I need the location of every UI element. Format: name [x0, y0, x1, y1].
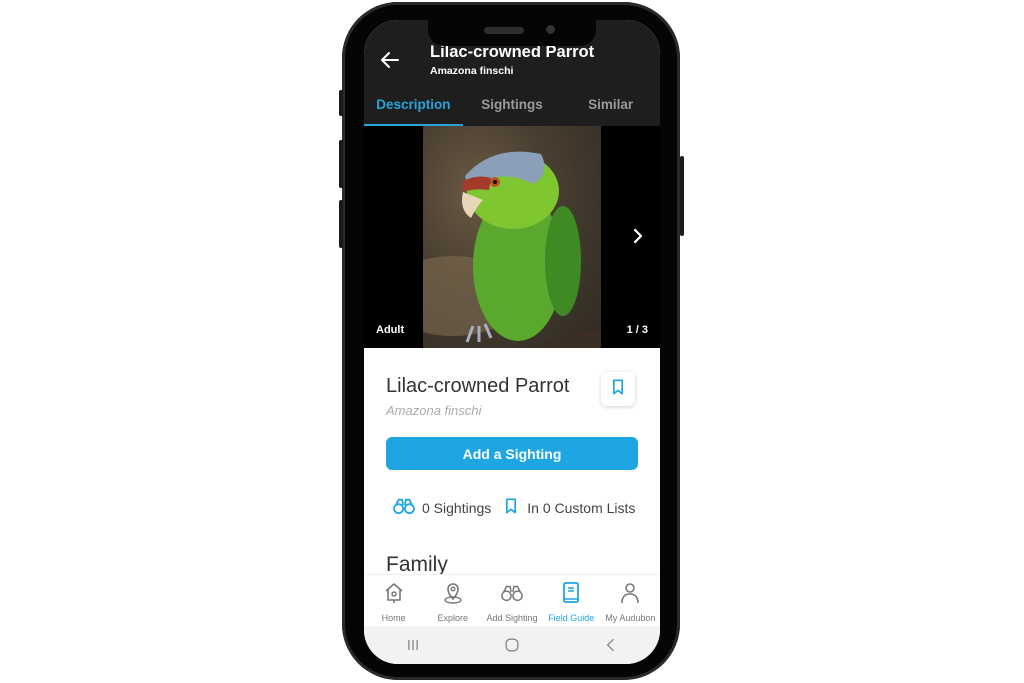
- nav-explore[interactable]: Explore: [423, 575, 482, 627]
- map-pin-icon: [441, 581, 465, 610]
- front-camera: [546, 25, 555, 34]
- tab-sightings[interactable]: Sightings: [463, 92, 562, 126]
- bookmark-button[interactable]: [601, 372, 635, 406]
- speaker: [484, 27, 524, 34]
- notch: [428, 20, 596, 46]
- tab-similar[interactable]: Similar: [561, 92, 660, 126]
- phone-screen: Lilac-crowned Parrot Amazona finschi Des…: [364, 20, 660, 664]
- chevron-right-icon[interactable]: [626, 224, 650, 248]
- custom-lists-stat[interactable]: In 0 Custom Lists: [501, 496, 635, 519]
- binoculars-icon: [500, 581, 524, 610]
- system-back-button[interactable]: [591, 633, 631, 657]
- volume-up-button: [339, 140, 343, 188]
- sightings-count: 0 Sightings: [422, 499, 492, 516]
- binoculars-icon: [392, 497, 416, 518]
- volume-down-button: [339, 200, 343, 248]
- person-icon: [618, 581, 642, 610]
- species-common-name: Lilac-crowned Parrot: [386, 375, 570, 397]
- recent-apps-button[interactable]: [393, 633, 433, 657]
- birdhouse-icon: [382, 581, 406, 610]
- home-button[interactable]: [492, 633, 532, 657]
- species-stats: 0 Sightings In 0 Custom Lists: [392, 496, 645, 519]
- system-navigation-bar: [364, 626, 660, 664]
- custom-lists-count: In 0 Custom Lists: [527, 499, 636, 516]
- nav-field-guide-label: Field Guide: [548, 613, 595, 623]
- nav-home-label: Home: [381, 613, 406, 623]
- family-heading: Family: [386, 553, 448, 574]
- nav-add-sighting[interactable]: Add Sighting: [482, 575, 541, 627]
- bottom-navigation: Home Explore Add Sighting Field Guide My…: [364, 574, 660, 627]
- bookmark-icon: [608, 377, 628, 402]
- nav-field-guide[interactable]: Field Guide: [542, 575, 601, 627]
- add-sighting-button[interactable]: Add a Sighting: [386, 437, 638, 470]
- arrow-left-icon[interactable]: [378, 48, 402, 72]
- nav-home[interactable]: Home: [364, 575, 423, 627]
- nav-my-audubon-label: My Audubon: [605, 613, 656, 623]
- sightings-stat[interactable]: 0 Sightings: [392, 497, 491, 518]
- photo-caption: Adult: [376, 324, 405, 336]
- nav-explore-label: Explore: [437, 613, 469, 623]
- bird-photo: [423, 126, 601, 348]
- photo-gallery[interactable]: Adult 1 / 3: [364, 126, 660, 348]
- nav-my-audubon[interactable]: My Audubon: [601, 575, 660, 627]
- species-scientific-name: Amazona finschi: [386, 403, 482, 418]
- nav-add-sighting-label: Add Sighting: [486, 613, 538, 623]
- photo-counter: 1 / 3: [626, 324, 648, 336]
- tab-bar: Description Sightings Similar: [364, 92, 660, 127]
- bookmark-icon: [501, 496, 521, 519]
- tab-description[interactable]: Description: [364, 92, 463, 127]
- book-icon: [559, 581, 583, 610]
- species-content: Lilac-crowned Parrot Amazona finschi Add…: [364, 348, 660, 574]
- action-button: [339, 90, 343, 116]
- page-subtitle: Amazona finschi: [430, 65, 514, 77]
- power-button: [680, 156, 684, 236]
